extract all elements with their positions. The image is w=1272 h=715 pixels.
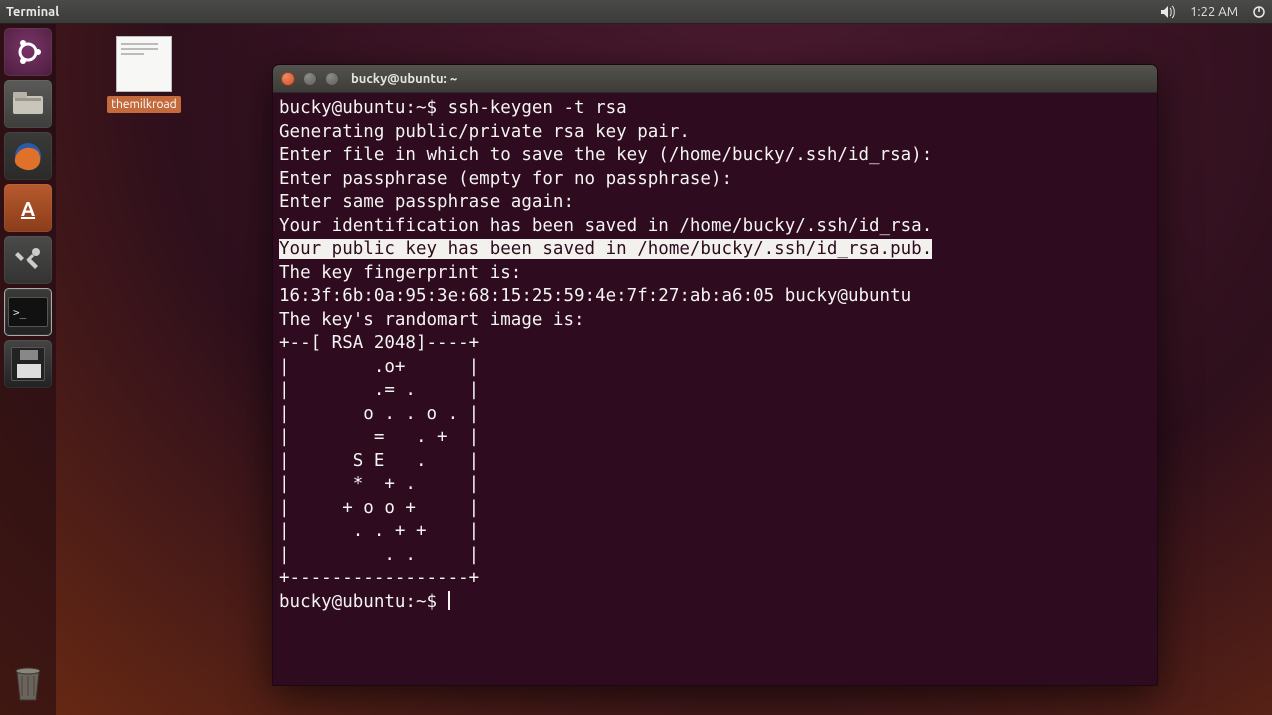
randomart: | . . | [279,545,479,565]
files-icon[interactable] [4,80,52,128]
out: Enter passphrase (empty for no passphras… [279,169,732,189]
terminal-window: bucky@ubuntu: ~ bucky@ubuntu:~$ ssh-keyg… [272,64,1158,686]
randomart: | o . . o . | [279,404,479,424]
out: Enter same passphrase again: [279,192,574,212]
out: Generating public/private rsa key pair. [279,122,690,142]
settings-icon[interactable] [4,236,52,284]
prompt: bucky@ubuntu:~$ [279,592,437,612]
active-app-label: Terminal [6,5,59,19]
firefox-icon[interactable] [4,132,52,180]
terminal-output[interactable]: bucky@ubuntu:~$ ssh-keygen -t rsa Genera… [273,93,1157,685]
desktop-file-label: themilkroad [107,96,180,113]
window-titlebar[interactable]: bucky@ubuntu: ~ [273,65,1157,93]
dash-icon[interactable] [4,28,52,76]
command: ssh-keygen -t rsa [448,98,627,118]
out: 16:3f:6b:0a:95:3e:68:15:25:59:4e:7f:27:a… [279,286,911,306]
top-panel: Terminal 1:22 AM [0,0,1272,24]
desktop-file-icon[interactable]: themilkroad [100,36,188,113]
cursor [448,591,450,610]
randomart: | .o+ | [279,357,479,377]
out: Your identification has been saved in /h… [279,216,932,236]
out: Enter file in which to save the key (/ho… [279,145,932,165]
randomart: | + o o + | [279,498,479,518]
window-minimize-button[interactable] [303,72,317,86]
window-maximize-button[interactable] [325,72,339,86]
out: The key's randomart image is: [279,310,585,330]
randomart: | S E . | [279,451,479,471]
selected-line: Your public key has been saved in /home/… [279,239,932,259]
randomart: | = . + | [279,427,479,447]
randomart: +--[ RSA 2048]----+ [279,333,479,353]
text-file-icon [116,36,172,92]
software-center-icon[interactable]: A [4,184,52,232]
volume-icon[interactable] [1160,5,1176,19]
randomart: +-----------------+ [279,568,479,588]
terminal-icon[interactable]: >_ [4,288,52,336]
save-icon[interactable] [4,340,52,388]
launcher: A >_ [0,24,56,715]
out: The key fingerprint is: [279,263,521,283]
window-title: bucky@ubuntu: ~ [351,72,457,86]
randomart: | .= . | [279,380,479,400]
window-close-button[interactable] [281,72,295,86]
clock-label[interactable]: 1:22 AM [1190,5,1238,19]
randomart: | * + . | [279,474,479,494]
trash-icon[interactable] [4,659,52,707]
randomart: | . . + + | [279,521,479,541]
prompt: bucky@ubuntu:~$ [279,98,437,118]
session-icon[interactable] [1252,5,1266,19]
